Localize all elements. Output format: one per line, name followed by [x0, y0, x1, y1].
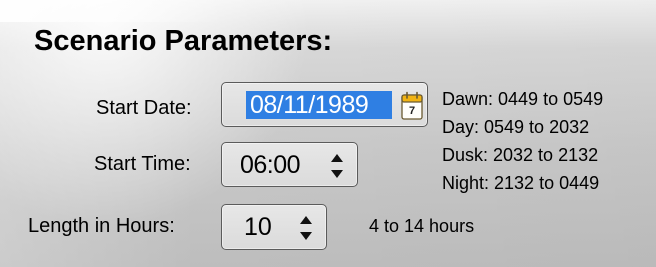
start-time-field[interactable]: 06:00 — [221, 142, 358, 187]
start-time-label: Start Time: — [94, 153, 191, 175]
time-range-dusk: Dusk: 2032 to 2132 — [442, 145, 599, 165]
scenario-parameters-panel: Scenario Parameters: Start Date: 08/11/1… — [0, 0, 656, 267]
start-time-input[interactable]: 06:00 — [240, 152, 301, 178]
length-field[interactable]: 10 — [221, 204, 327, 250]
calendar-day-number: 7 — [409, 105, 415, 117]
time-range-list: Dawn: 0449 to 0549 Day: 0549 to 2032 Dus… — [442, 85, 603, 197]
length-input[interactable]: 10 — [244, 214, 272, 240]
time-range-dawn: Dawn: 0449 to 0549 — [442, 89, 604, 109]
length-label: Length in Hours: — [28, 215, 175, 237]
time-range-day: Day: 0549 to 2032 — [442, 117, 590, 137]
start-date-input[interactable]: 08/11/1989 — [246, 91, 392, 119]
calendar-icon[interactable]: 7 — [401, 91, 423, 120]
start-date-label: Start Date: — [96, 97, 192, 119]
length-spinner-icon[interactable] — [299, 215, 313, 241]
time-spinner-icon[interactable] — [330, 153, 344, 179]
length-hint: 4 to 14 hours — [369, 216, 475, 236]
start-date-field[interactable]: 08/11/1989 7 — [221, 82, 428, 127]
time-range-night: Night: 2132 to 0449 — [442, 173, 600, 193]
panel-title: Scenario Parameters: — [34, 25, 333, 57]
